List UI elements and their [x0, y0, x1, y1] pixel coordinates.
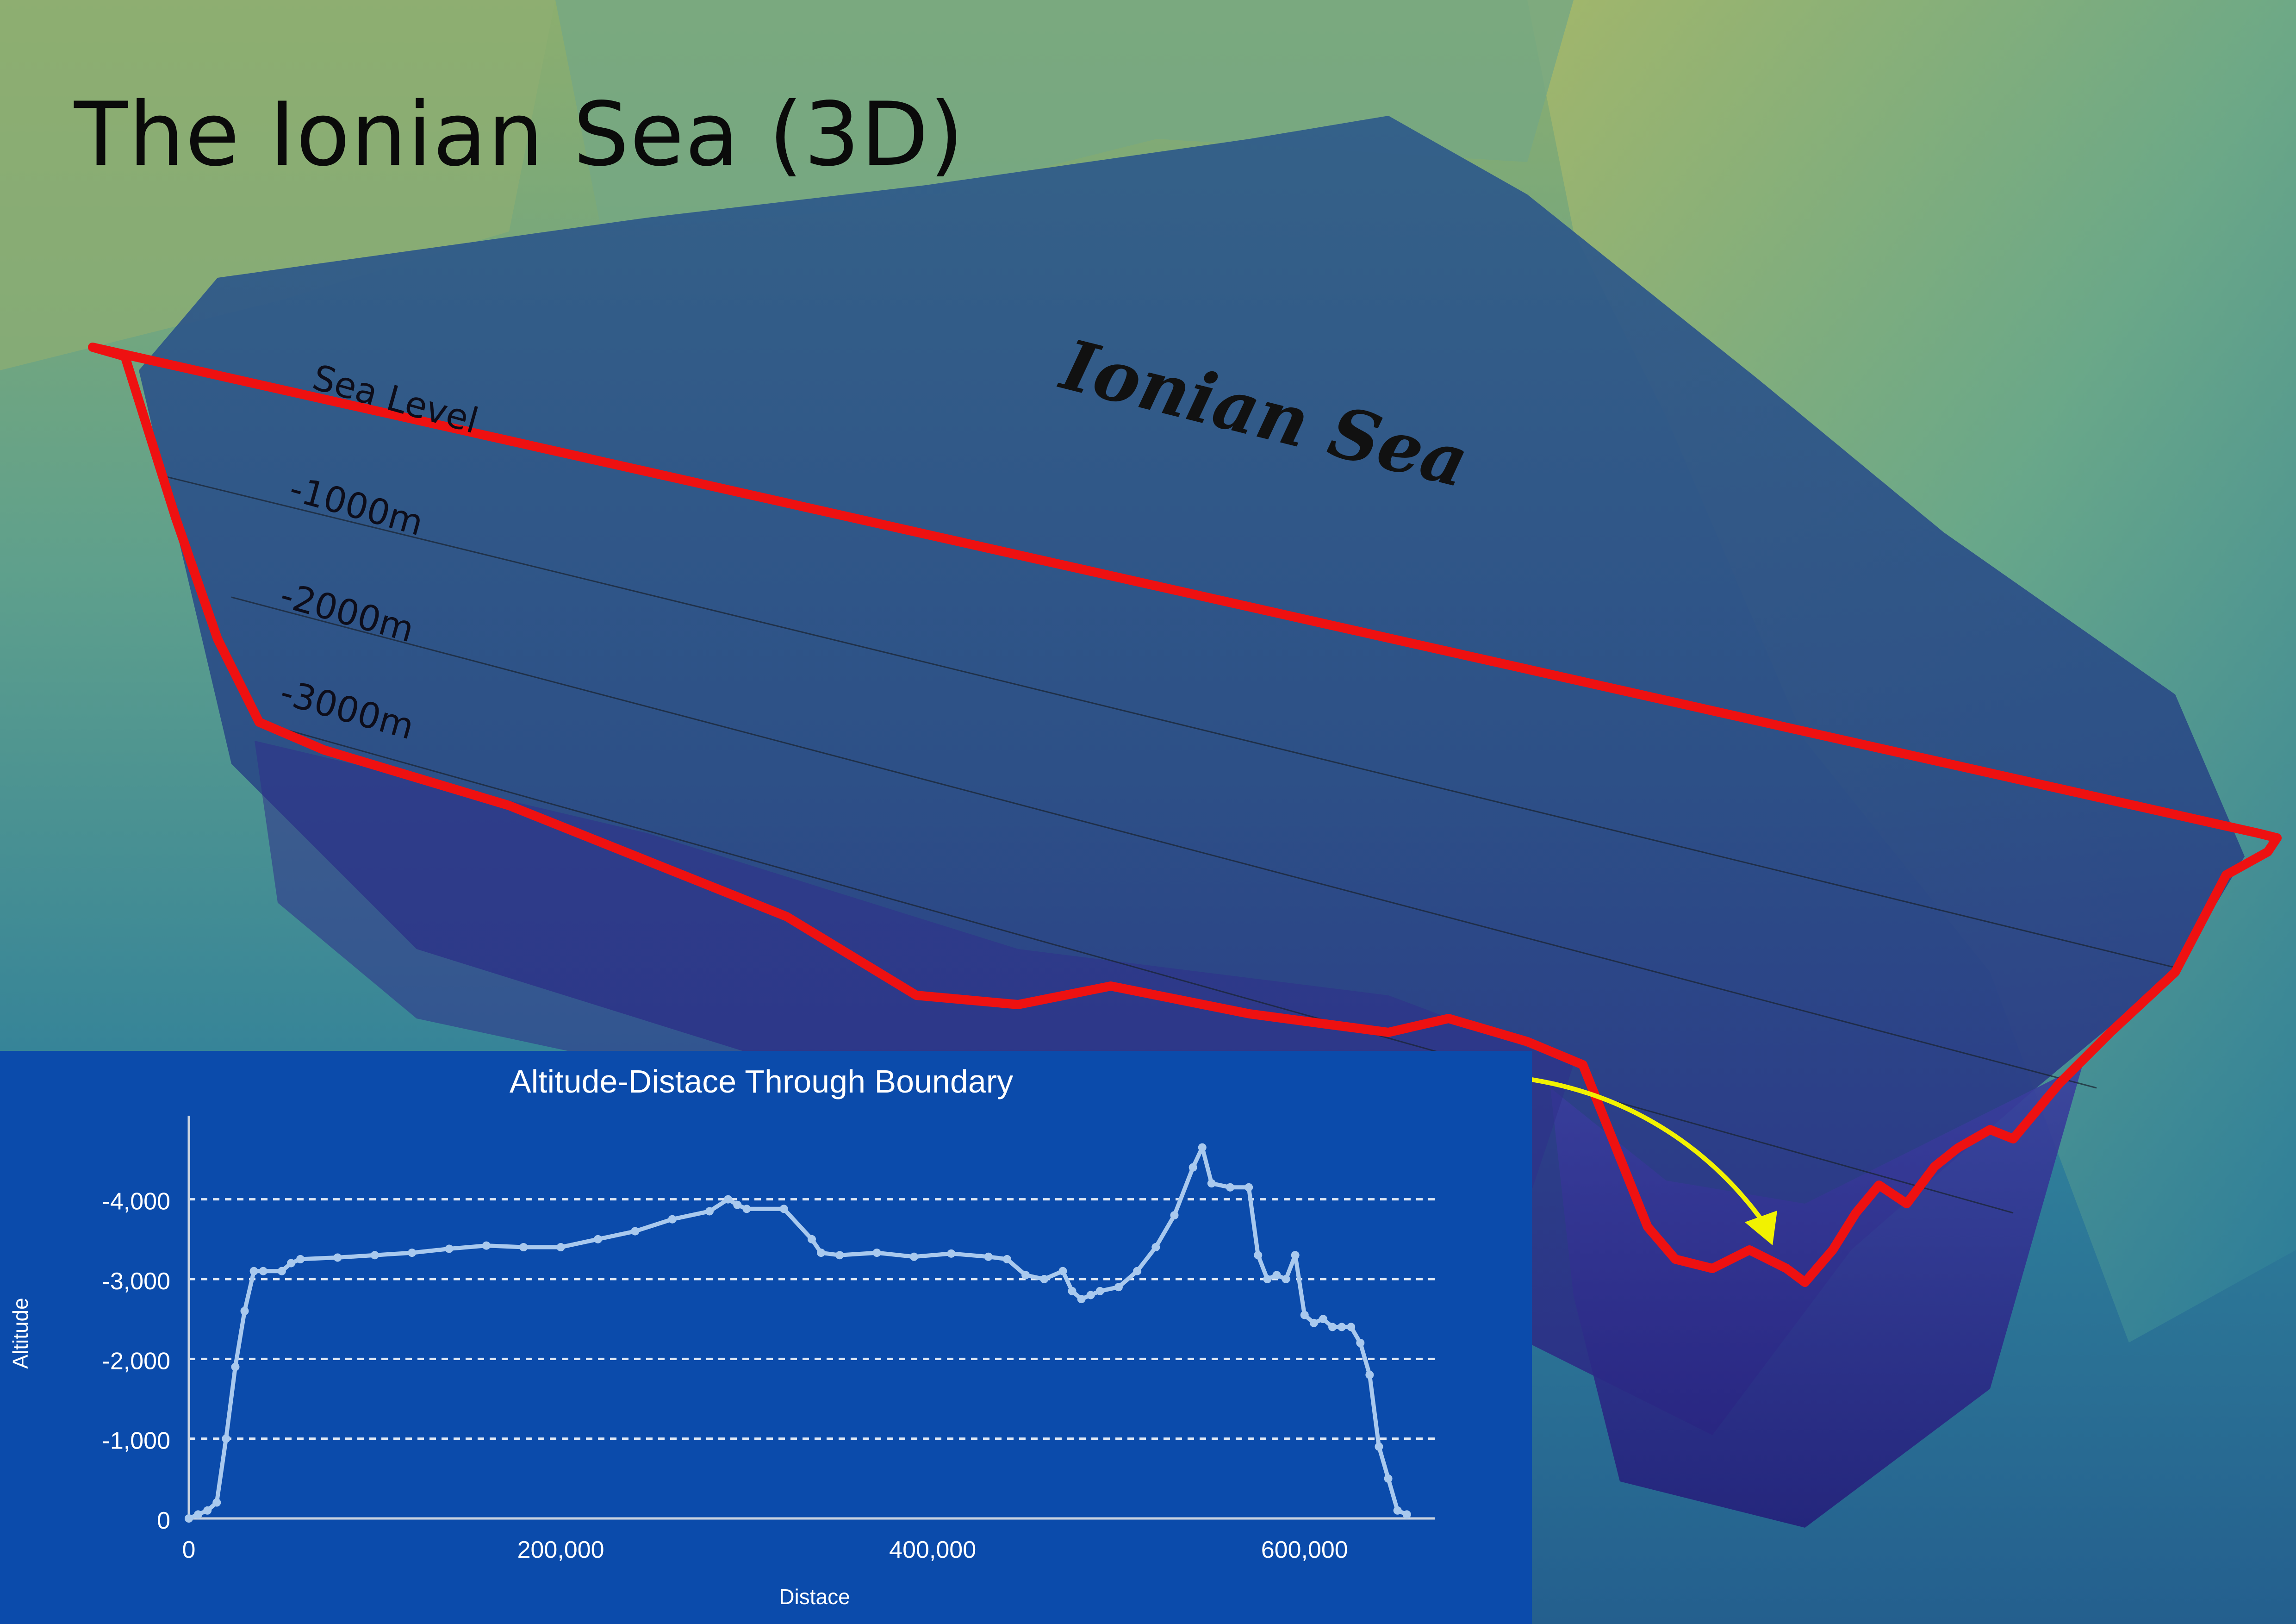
data-point [817, 1249, 826, 1257]
x-tick-label: 400,000 [889, 1537, 976, 1563]
data-point [277, 1267, 286, 1275]
data-point [222, 1434, 230, 1443]
data-point [1068, 1287, 1076, 1295]
data-point [240, 1306, 249, 1315]
data-point [984, 1252, 993, 1261]
data-point [1263, 1274, 1272, 1283]
data-point [1319, 1315, 1327, 1324]
y-tick-label: -4,000 [102, 1188, 170, 1215]
data-point [482, 1241, 491, 1250]
data-point [872, 1249, 881, 1257]
data-point [1300, 1311, 1309, 1319]
data-point [194, 1510, 203, 1519]
data-point [1272, 1271, 1281, 1280]
data-point [1077, 1295, 1086, 1304]
data-point [1086, 1291, 1095, 1299]
data-point [212, 1498, 221, 1507]
data-point [296, 1255, 305, 1263]
data-point [286, 1259, 295, 1268]
y-tick-label: 0 [157, 1507, 170, 1534]
data-point [556, 1243, 565, 1252]
series-line [188, 1145, 1408, 1521]
data-point [835, 1251, 844, 1260]
data-point [1393, 1506, 1402, 1515]
data-point [742, 1205, 751, 1213]
data-point [1095, 1287, 1104, 1295]
page-title: The Ionian Sea (3D) [74, 83, 965, 186]
data-point [203, 1506, 212, 1515]
data-point [1188, 1163, 1197, 1172]
data-point [185, 1514, 193, 1523]
y-tick-label: -1,000 [102, 1428, 170, 1455]
data-point [668, 1215, 677, 1224]
data-point [1133, 1267, 1142, 1275]
data-point [408, 1249, 417, 1257]
data-point [593, 1235, 602, 1243]
data-point [1291, 1251, 1300, 1260]
data-point [1402, 1510, 1411, 1519]
data-point [1309, 1318, 1318, 1327]
x-tick-label: 200,000 [517, 1537, 604, 1563]
y-tick-label: -2,000 [102, 1348, 170, 1374]
data-point [808, 1235, 816, 1243]
data-point [1282, 1274, 1290, 1283]
y-axis-label: Altitude [8, 1298, 32, 1368]
data-point [1365, 1370, 1374, 1379]
data-point [1151, 1243, 1160, 1252]
data-point [1114, 1283, 1123, 1292]
x-axis-label: Distace [779, 1585, 850, 1609]
data-point [1328, 1323, 1337, 1331]
data-point [370, 1251, 379, 1260]
data-point [1040, 1274, 1049, 1283]
data-point [445, 1244, 454, 1253]
data-point [1356, 1338, 1365, 1347]
data-point [1198, 1143, 1207, 1152]
data-point [631, 1227, 640, 1236]
data-point [231, 1362, 240, 1371]
altitude-chart: Altitude-Distace Through Boundary 0 -1,000… [8, 1063, 1435, 1609]
data-point [1170, 1211, 1179, 1220]
data-point [249, 1267, 258, 1275]
data-point [259, 1267, 268, 1275]
data-point [947, 1249, 956, 1258]
data-point [1338, 1323, 1346, 1331]
data-point [1244, 1183, 1253, 1192]
data-point [1058, 1267, 1067, 1275]
chart-panel: Altitude-Distace Through Boundary 0 -1,000… [0, 1051, 1532, 1624]
data-point [1384, 1474, 1393, 1483]
data-point [1021, 1271, 1030, 1280]
data-point [1375, 1442, 1383, 1451]
data-point [779, 1205, 788, 1213]
data-point [705, 1207, 714, 1216]
data-point [1207, 1179, 1216, 1188]
data-point [1254, 1251, 1263, 1260]
data-point [1002, 1255, 1011, 1263]
data-point [1347, 1323, 1356, 1331]
data-point [733, 1200, 742, 1209]
data-point [909, 1252, 918, 1261]
data-point [333, 1253, 342, 1262]
chart-title: Altitude-Distace Through Boundary [510, 1063, 1013, 1099]
x-tick-label: 0 [182, 1537, 196, 1563]
y-tick-label: -3,000 [102, 1268, 170, 1295]
data-point [724, 1195, 733, 1204]
data-point [1226, 1183, 1235, 1192]
data-point [519, 1243, 528, 1252]
x-tick-label: 600,000 [1261, 1537, 1348, 1563]
